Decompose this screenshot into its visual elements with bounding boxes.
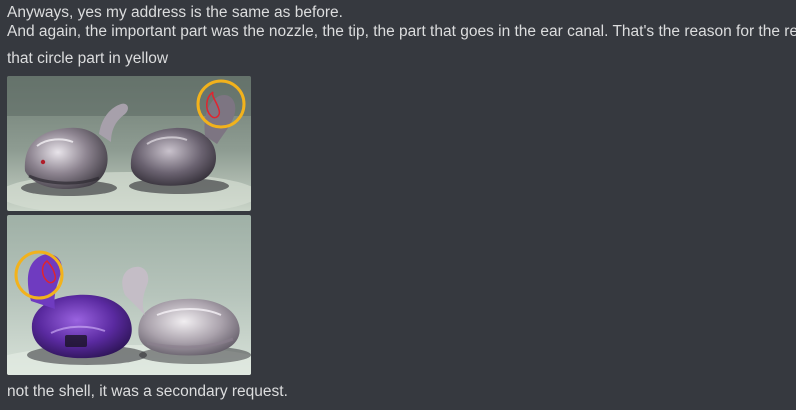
- message-text-nozzle: And again, the important part was the no…: [7, 23, 796, 40]
- earphone-photo-1: [7, 76, 251, 211]
- image-attachment-clear-shells[interactable]: [7, 76, 251, 211]
- chat-message-group: Anyways, yes my address is the same as b…: [0, 0, 796, 410]
- message-text-circle: that circle part in yellow: [7, 50, 169, 67]
- message-text-shell: not the shell, it was a secondary reques…: [7, 383, 288, 400]
- earphone-photo-2: [7, 215, 251, 375]
- image-attachment-purple-shells[interactable]: [7, 215, 251, 375]
